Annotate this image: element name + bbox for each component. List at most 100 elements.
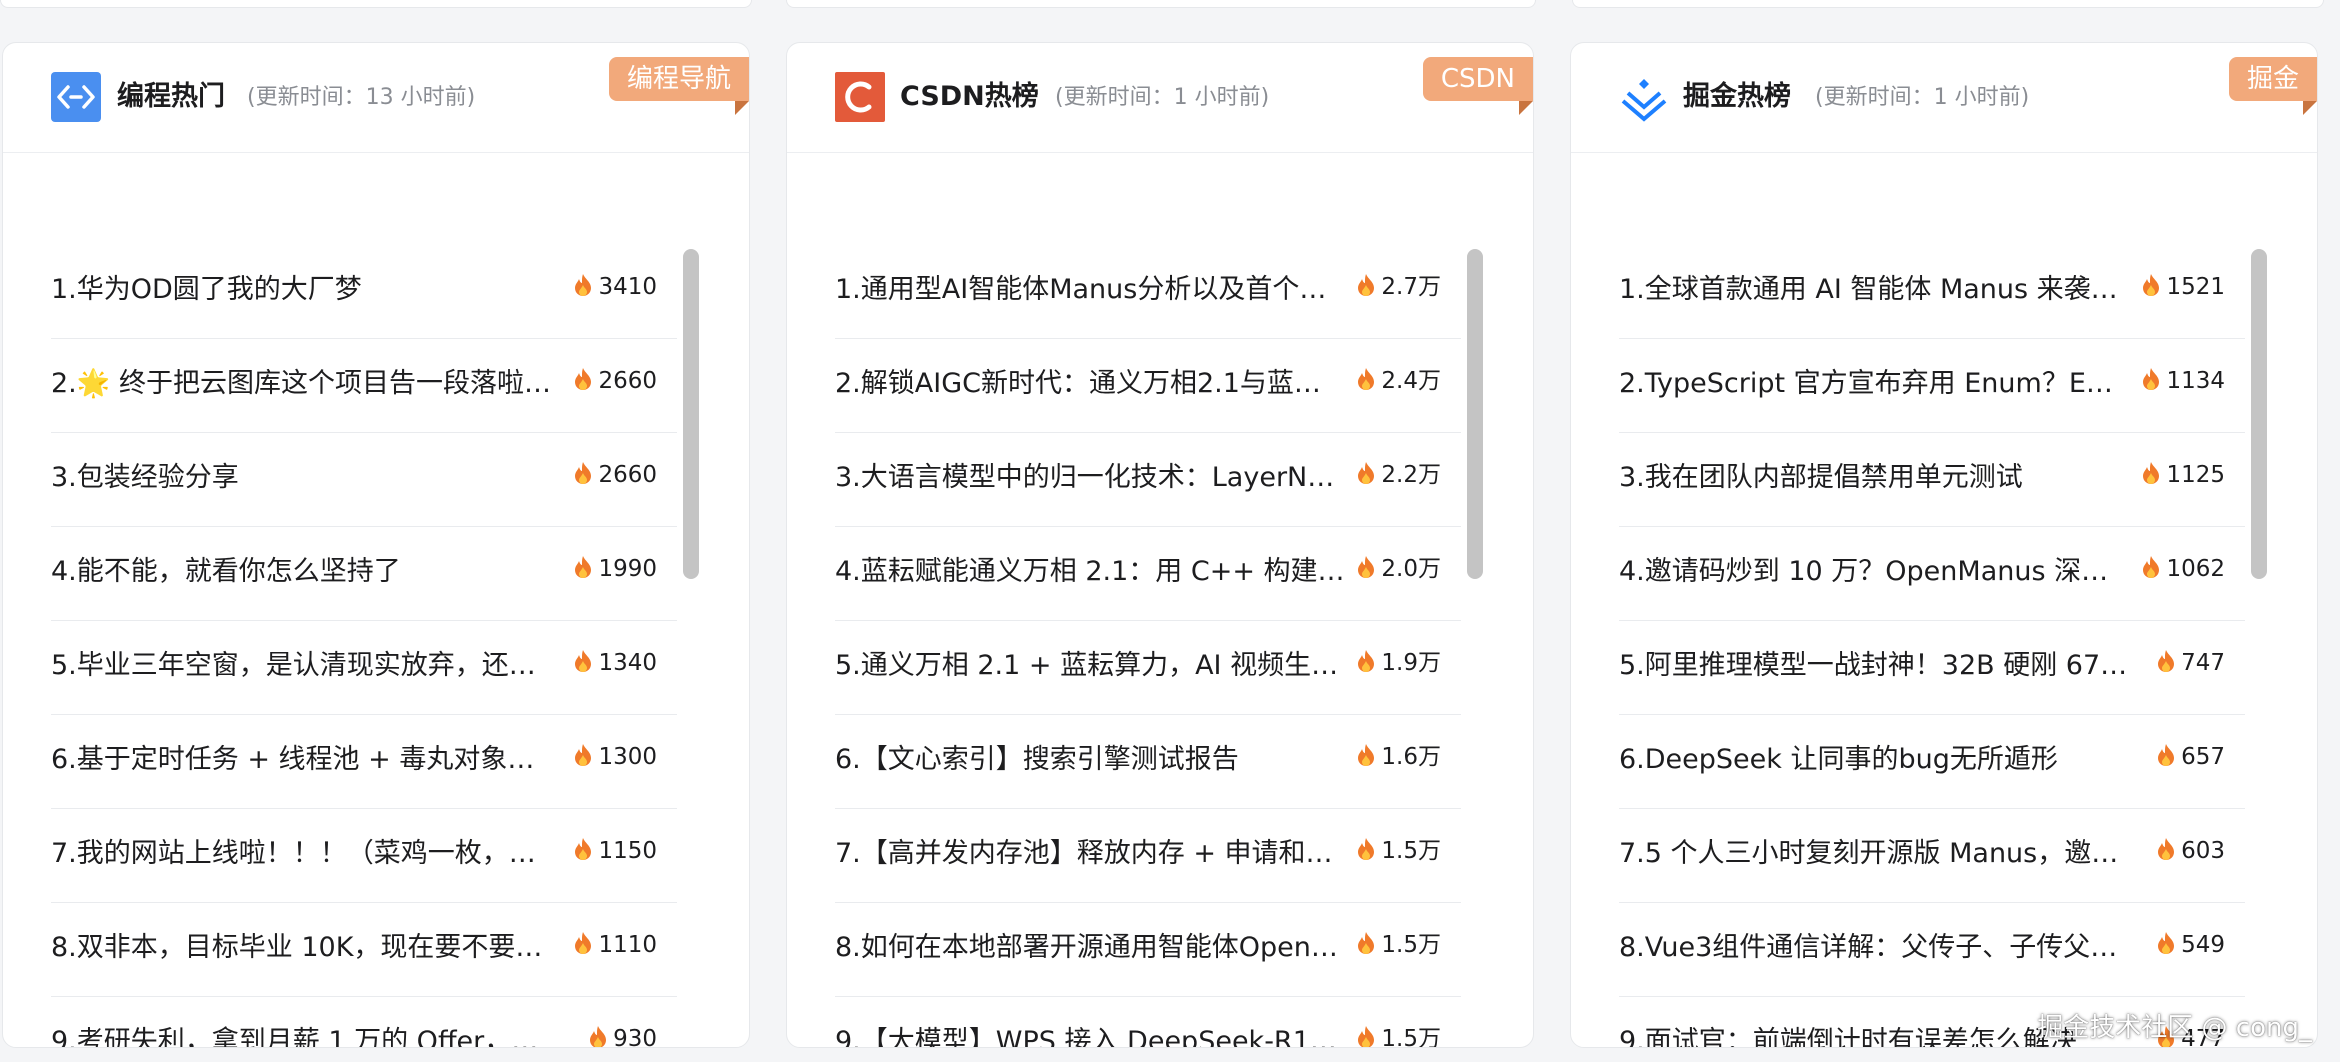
list-item[interactable]: 9.【大模型】WPS 接入 DeepSeek-R1… 1.5万 [835, 997, 1461, 1047]
hot-list: 1.华为OD圆了我的大厂梦 3410 2.🌟 终于把云图库这个项目告一段落啦… … [51, 245, 677, 1047]
item-title[interactable]: 7.【高并发内存池】释放内存 + 申请和… [835, 829, 1345, 879]
item-title[interactable]: 2.TypeScript 官方宣布弃用 Enum？En… [1619, 359, 2129, 409]
hot-panel-csdn: CSDN热榜 (更新时间：1 小时前) CSDN 1.通用型AI智能体Manus… [786, 42, 1534, 1048]
fire-icon [574, 268, 592, 296]
hot-count: 1300 [574, 735, 657, 779]
fire-icon [574, 456, 592, 484]
item-title[interactable]: 9.考研失利，拿到月薪 1 万的 Offer，承… [51, 1017, 561, 1047]
scrollbar[interactable] [2247, 243, 2267, 1043]
item-title[interactable]: 1.通用型AI智能体Manus分析以及首个… [835, 265, 1345, 315]
item-title[interactable]: 3.包装经验分享 [51, 453, 561, 503]
item-title[interactable]: 3.大语言模型中的归一化技术：LayerN… [835, 453, 1345, 503]
list-item[interactable]: 2.TypeScript 官方宣布弃用 Enum？En… 1134 [1619, 339, 2245, 433]
fire-icon [574, 362, 592, 390]
list-item[interactable]: 2.🌟 终于把云图库这个项目告一段落啦… 2660 [51, 339, 677, 433]
code-brackets-icon[interactable] [51, 72, 101, 122]
list-item[interactable]: 6.DeepSeek 让同事的bug无所遁形 657 [1619, 715, 2245, 809]
juejin-chevron-icon[interactable] [1619, 72, 1669, 122]
item-title[interactable]: 5.毕业三年空窗，是认清现实放弃，还… [51, 641, 561, 691]
item-title[interactable]: 2.解锁AIGC新时代：通义万相2.1与蓝… [835, 359, 1345, 409]
ribbon-fold [735, 101, 749, 115]
hot-count: 1340 [574, 641, 657, 685]
hot-count: 1062 [2142, 547, 2225, 591]
list-item[interactable]: 1.华为OD圆了我的大厂梦 3410 [51, 245, 677, 339]
item-title[interactable]: 7.我的网站上线啦！！！（菜鸡一枚，欢… [51, 829, 561, 879]
hot-count: 1.5万 [1357, 1017, 1441, 1047]
list-item[interactable]: 4.蓝耘赋能通义万相 2.1：用 C++ 构建… 2.0万 [835, 527, 1461, 621]
item-title[interactable]: 5.阿里推理模型一战封神！32B 硬刚 671… [1619, 641, 2129, 691]
item-title[interactable]: 6.基于定时任务 + 线程池 + 毒丸对象实… [51, 735, 561, 785]
item-title[interactable]: 3.我在团队内部提倡禁用单元测试 [1619, 453, 2129, 503]
hot-count: 2.7万 [1357, 265, 1441, 309]
update-time: (更新时间：1 小时前) [1055, 85, 1270, 110]
hot-count: 747 [2157, 641, 2225, 685]
scrollbar[interactable] [679, 243, 699, 1043]
item-title[interactable]: 9.【大模型】WPS 接入 DeepSeek-R1… [835, 1017, 1345, 1047]
list-item[interactable]: 3.大语言模型中的归一化技术：LayerN… 2.2万 [835, 433, 1461, 527]
list-item[interactable]: 3.包装经验分享 2660 [51, 433, 677, 527]
scrollbar-thumb[interactable] [2251, 249, 2267, 579]
list-item[interactable]: 9.考研失利，拿到月薪 1 万的 Offer，承… 930 [51, 997, 677, 1047]
list-item[interactable]: 8.双非本，目标毕业 10K，现在要不要去… 1110 [51, 903, 677, 997]
fire-icon [574, 926, 592, 954]
hot-count: 2.0万 [1357, 547, 1441, 591]
fire-icon [2157, 644, 2175, 672]
item-title[interactable]: 8.Vue3组件通信详解：父传子、子传父… [1619, 923, 2129, 973]
list-item[interactable]: 8.如何在本地部署开源通用智能体Open… 1.5万 [835, 903, 1461, 997]
hot-count: 1.6万 [1357, 735, 1441, 779]
list-item[interactable]: 2.解锁AIGC新时代：通义万相2.1与蓝… 2.4万 [835, 339, 1461, 433]
item-title[interactable]: 5.通义万相 2.1 + 蓝耘算力，AI 视频生… [835, 641, 1345, 691]
hot-count: 2660 [574, 453, 657, 497]
item-title[interactable]: 6.【文心索引】搜索引擎测试报告 [835, 735, 1345, 785]
list-item[interactable]: 7.【高并发内存池】释放内存 + 申请和… 1.5万 [835, 809, 1461, 903]
source-ribbon[interactable]: CSDN [1422, 57, 1533, 101]
item-title[interactable]: 2.🌟 终于把云图库这个项目告一段落啦… [51, 359, 561, 409]
item-title[interactable]: 1.全球首款通用 AI 智能体 Manus 来袭，… [1619, 265, 2129, 315]
list-item[interactable]: 7.我的网站上线啦！！！（菜鸡一枚，欢… 1150 [51, 809, 677, 903]
source-ribbon[interactable]: 编程导航 [608, 57, 749, 101]
fire-icon [1357, 832, 1375, 860]
hot-panel-juejin: 掘金热榜 (更新时间：1 小时前) 掘金 1.全球首款通用 AI 智能体 Man… [1570, 42, 2318, 1048]
item-title[interactable]: 7.5 个人三小时复刻开源版 Manus，邀请… [1619, 829, 2129, 879]
panel-header: 掘金热榜 (更新时间：1 小时前) 掘金 [1571, 43, 2317, 153]
fire-icon [1357, 456, 1375, 484]
ribbon-fold [1519, 101, 1533, 115]
csdn-c-icon[interactable] [835, 72, 885, 122]
fire-icon [2157, 926, 2175, 954]
list-item[interactable]: 7.5 个人三小时复刻开源版 Manus，邀请… 603 [1619, 809, 2245, 903]
source-ribbon[interactable]: 掘金 [2228, 57, 2317, 101]
list-item[interactable]: 4.邀请码炒到 10 万？OpenManus 深夜… 1062 [1619, 527, 2245, 621]
scrollbar-thumb[interactable] [683, 249, 699, 579]
list-item[interactable]: 6.基于定时任务 + 线程池 + 毒丸对象实… 1300 [51, 715, 677, 809]
item-title[interactable]: 4.邀请码炒到 10 万？OpenManus 深夜… [1619, 547, 2129, 597]
list-item[interactable]: 3.我在团队内部提倡禁用单元测试 1125 [1619, 433, 2245, 527]
hot-count: 549 [2157, 923, 2225, 967]
fire-icon [574, 832, 592, 860]
previous-card-edge-3 [1572, 0, 2324, 8]
list-item[interactable]: 5.阿里推理模型一战封神！32B 硬刚 671… 747 [1619, 621, 2245, 715]
fire-icon [1357, 550, 1375, 578]
panel-title: 编程热门 [117, 81, 225, 112]
previous-card-edge-2 [786, 0, 1536, 8]
item-title[interactable]: 4.蓝耘赋能通义万相 2.1：用 C++ 构建… [835, 547, 1345, 597]
list-item[interactable]: 1.通用型AI智能体Manus分析以及首个… 2.7万 [835, 245, 1461, 339]
hot-count: 1125 [2142, 453, 2225, 497]
scrollbar[interactable] [1463, 243, 1483, 1043]
item-title[interactable]: 4.能不能，就看你怎么坚持了 [51, 547, 561, 597]
list-item[interactable]: 4.能不能，就看你怎么坚持了 1990 [51, 527, 677, 621]
list-item[interactable]: 8.Vue3组件通信详解：父传子、子传父… 549 [1619, 903, 2245, 997]
list-item[interactable]: 5.通义万相 2.1 + 蓝耘算力，AI 视频生… 1.9万 [835, 621, 1461, 715]
item-title[interactable]: 1.华为OD圆了我的大厂梦 [51, 265, 561, 315]
list-item[interactable]: 5.毕业三年空窗，是认清现实放弃，还… 1340 [51, 621, 677, 715]
item-title[interactable]: 8.双非本，目标毕业 10K，现在要不要去… [51, 923, 561, 973]
scrollbar-thumb[interactable] [1467, 249, 1483, 579]
update-time: (更新时间：13 小时前) [247, 85, 476, 110]
list-item[interactable]: 1.全球首款通用 AI 智能体 Manus 来袭，… 1521 [1619, 245, 2245, 339]
fire-icon [574, 738, 592, 766]
fire-icon [1357, 1020, 1375, 1047]
item-title[interactable]: 8.如何在本地部署开源通用智能体Open… [835, 923, 1345, 973]
hot-count: 1.5万 [1357, 923, 1441, 967]
list-item[interactable]: 6.【文心索引】搜索引擎测试报告 1.6万 [835, 715, 1461, 809]
fire-icon [1357, 644, 1375, 672]
item-title[interactable]: 6.DeepSeek 让同事的bug无所遁形 [1619, 735, 2129, 785]
